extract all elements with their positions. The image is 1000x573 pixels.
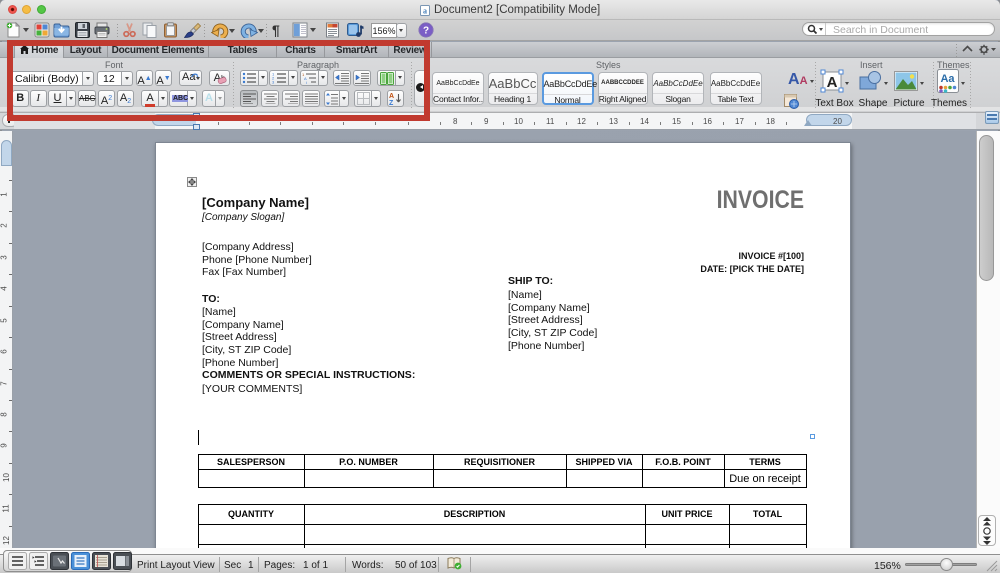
svg-text:a: a: [423, 7, 427, 16]
svg-text:Aa: Aa: [940, 73, 955, 85]
svg-text:?: ?: [423, 26, 429, 37]
svg-text:A: A: [827, 74, 838, 91]
